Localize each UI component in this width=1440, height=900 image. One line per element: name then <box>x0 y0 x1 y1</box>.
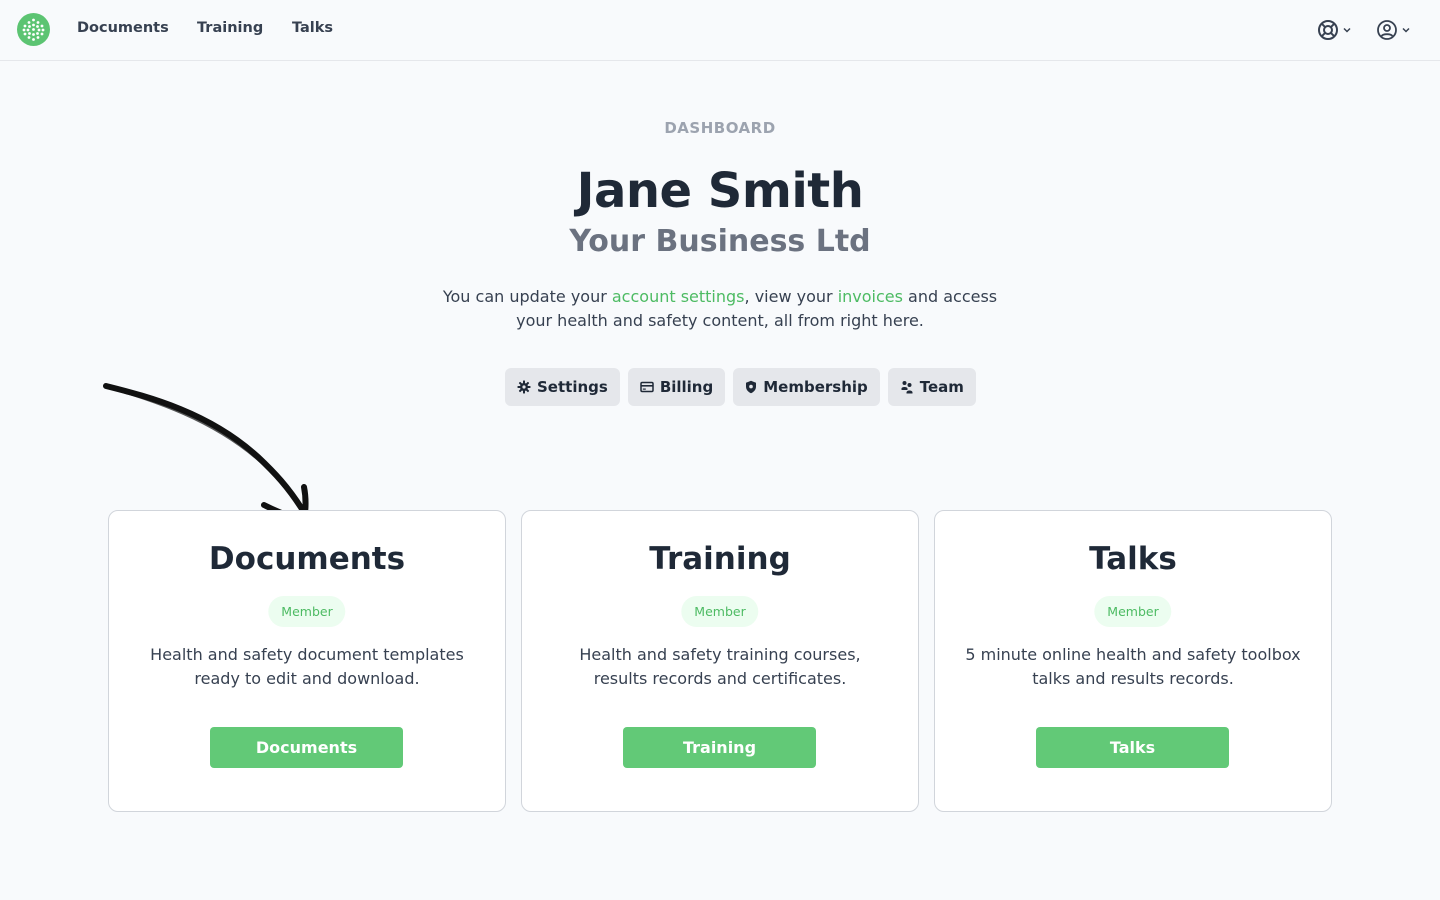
card-title: Training <box>649 541 791 577</box>
user-menu[interactable] <box>1375 18 1411 42</box>
business-name: Your Business Ltd <box>569 224 871 259</box>
page-eyebrow: DASHBOARD <box>664 119 776 137</box>
lifebuoy-icon <box>1318 20 1338 40</box>
card-description: Health and safety training courses, resu… <box>579 645 861 688</box>
talks-button[interactable]: Talks <box>1036 727 1229 768</box>
card-description: Health and safety document templates rea… <box>150 645 464 688</box>
documents-button[interactable]: Documents <box>210 727 403 768</box>
intro-text: You can update your account settings, vi… <box>440 285 1000 333</box>
nav-training[interactable]: Training <box>197 20 263 36</box>
membership-badge: Member <box>268 596 346 627</box>
membership-badge: Member <box>1094 596 1172 627</box>
card-description: 5 minute online health and safety toolbo… <box>965 645 1301 688</box>
card-title: Documents <box>208 541 406 577</box>
help-menu[interactable] <box>1316 18 1352 42</box>
team-button-label: Team <box>919 378 964 396</box>
settings-button-label: Settings <box>537 378 608 396</box>
user-circle-icon <box>1377 20 1397 40</box>
membership-button-label: Membership <box>763 378 868 396</box>
membership-button[interactable]: Membership <box>733 368 880 406</box>
chevron-down-icon <box>1343 27 1351 33</box>
membership-badge: Member <box>681 596 759 627</box>
chevron-down-icon <box>1402 27 1410 33</box>
billing-button[interactable]: Billing <box>627 368 726 406</box>
intro-text-part: , view your <box>744 287 838 306</box>
training-button[interactable]: Training <box>623 727 816 768</box>
team-icon <box>901 381 913 394</box>
logo[interactable] <box>17 13 50 46</box>
user-name: Jane Smith <box>576 163 864 219</box>
card-title: Talks <box>1089 541 1177 577</box>
invoices-link[interactable]: invoices <box>838 287 903 306</box>
nav-talks[interactable]: Talks <box>292 20 333 36</box>
settings-button[interactable]: Settings <box>505 368 620 406</box>
intro-text-part: You can update your <box>442 287 612 306</box>
logo-dots-icon <box>22 18 45 41</box>
gear-icon <box>517 380 531 394</box>
credit-card-icon <box>640 381 654 393</box>
billing-button-label: Billing <box>659 378 714 396</box>
training-card: Training Member Health and safety traini… <box>521 510 919 812</box>
talks-card: Talks Member 5 minute online health and … <box>934 510 1332 812</box>
top-navigation: Documents Training Talks <box>0 0 1440 61</box>
account-settings-link[interactable]: account settings <box>612 287 745 306</box>
account-actions: Settings Billing Membership Team <box>505 368 976 406</box>
shield-icon <box>746 380 757 394</box>
team-button[interactable]: Team <box>887 368 976 406</box>
nav-documents[interactable]: Documents <box>77 20 169 36</box>
documents-card: Documents Member Health and safety docum… <box>108 510 506 812</box>
